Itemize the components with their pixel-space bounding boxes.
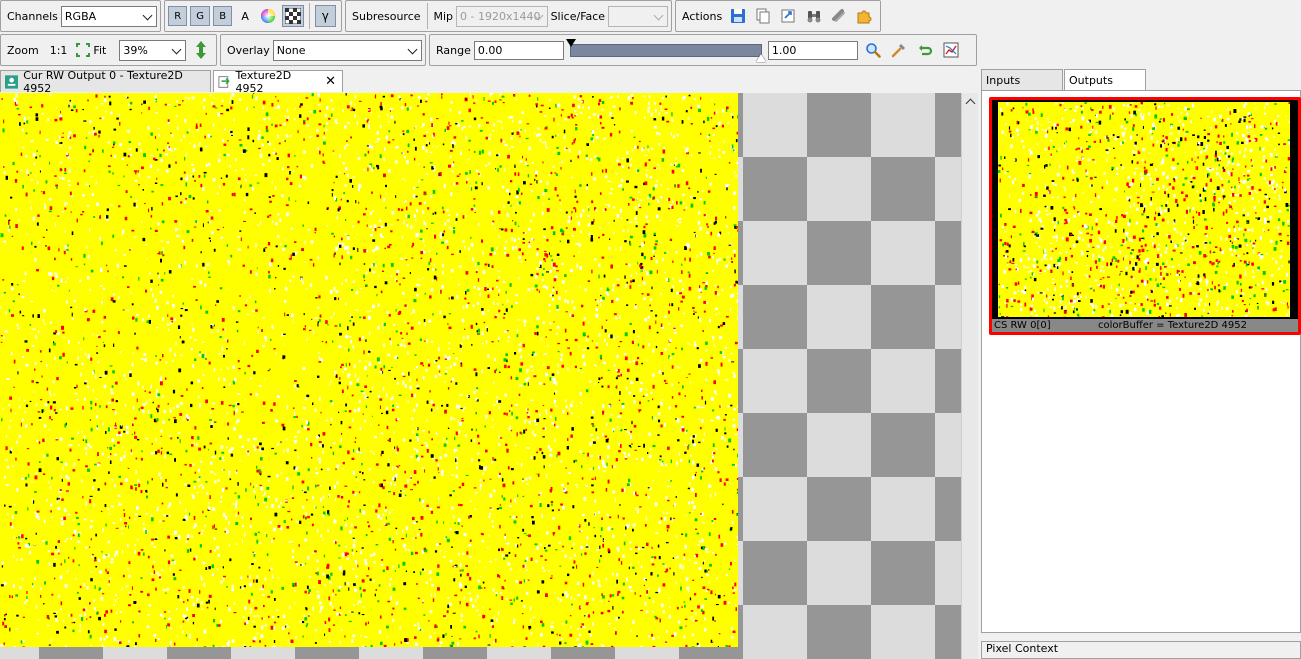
output-thumbnail[interactable]: CS RW 0[0] colorBuffer = Texture2D 4952 xyxy=(989,97,1301,335)
open-external-icon[interactable] xyxy=(778,5,799,27)
actions-label: Actions xyxy=(682,9,723,23)
channels-label: Channels xyxy=(7,9,58,23)
tab-texture2d-4952[interactable]: Texture2D 4952 ✕ xyxy=(213,68,343,95)
toolbar-row-2: Zoom 1:1 Fit 39% Overlay None Range 0.00… xyxy=(0,34,980,68)
subresource-label: Subresource xyxy=(352,9,421,23)
texture-tab-bar: Cur RW Output 0 - Texture2D 4952 Texture… xyxy=(0,68,345,95)
tab-outputs[interactable]: Outputs xyxy=(1064,69,1146,91)
range-max-input[interactable]: 1.00 xyxy=(767,40,858,60)
copy-icon[interactable] xyxy=(752,5,773,27)
zoom-range-icon[interactable] xyxy=(862,39,884,61)
flip-vertical-icon[interactable] xyxy=(190,39,211,61)
toolbar-row-1: Channels RGBA R G B A γ Subresource Mip … xyxy=(0,0,884,34)
overlay-group: Overlay None xyxy=(220,34,426,66)
link-icon[interactable] xyxy=(828,5,849,27)
color-wheel-icon[interactable] xyxy=(257,5,278,27)
output-thumbnail-image xyxy=(998,102,1292,321)
range-min-handle[interactable] xyxy=(565,39,576,47)
gamma-icon: γ xyxy=(321,9,329,23)
texture-icon xyxy=(218,75,230,88)
tab-inputs[interactable]: Inputs xyxy=(981,69,1063,91)
zoom-select-value: 39% xyxy=(123,43,148,57)
tab-label: Texture2D 4952 xyxy=(235,68,292,95)
overlay-label: Overlay xyxy=(227,43,270,57)
mip-select-value: 0 - 1920x1440 xyxy=(459,9,541,23)
subresource-group: Subresource Mip 0 - 1920x1440 Slice/Face xyxy=(345,0,672,32)
mip-label: Mip xyxy=(433,9,453,23)
pixel-context-header: Pixel Context xyxy=(981,641,1301,659)
gamma-toggle[interactable]: γ xyxy=(314,5,337,27)
save-icon[interactable] xyxy=(727,5,748,27)
fit-button[interactable]: Fit xyxy=(76,43,109,57)
chevron-down-icon xyxy=(654,11,664,21)
range-label: Range xyxy=(436,43,471,57)
channel-a-toggle[interactable]: A xyxy=(238,10,252,23)
chevron-up-icon[interactable] xyxy=(965,97,975,105)
thumbnail-resource-label: colorBuffer = Texture2D 4952 xyxy=(1098,320,1248,331)
actions-group: Actions xyxy=(675,0,881,32)
fit-icon xyxy=(76,43,91,57)
histogram-icon[interactable] xyxy=(940,39,962,61)
range-group: Range 0.00 1.00 xyxy=(429,34,977,66)
texture-viewport[interactable] xyxy=(0,93,978,659)
range-min-input[interactable]: 0.00 xyxy=(473,40,564,60)
chevron-down-icon xyxy=(172,45,182,55)
channel-b-toggle[interactable]: B xyxy=(212,6,233,26)
tab-label: Cur RW Output 0 - Texture2D 4952 xyxy=(23,68,183,95)
channels-select-value: RGBA xyxy=(64,9,97,23)
fit-label: Fit xyxy=(93,43,107,57)
texture-image xyxy=(0,93,741,651)
checkerboard-icon xyxy=(284,8,301,24)
output-thumbnail-caption: CS RW 0[0] colorBuffer = Texture2D 4952 xyxy=(992,319,1298,332)
output-icon xyxy=(5,74,19,89)
range-max-handle[interactable] xyxy=(755,54,766,62)
channel-g-toggle[interactable]: G xyxy=(190,6,210,26)
viewport-vertical-scrollbar[interactable] xyxy=(961,93,978,659)
puzzle-icon[interactable] xyxy=(854,5,875,27)
reset-range-icon[interactable] xyxy=(914,39,936,61)
channel-toggles-group: R G B A γ xyxy=(164,0,342,32)
checkerboard-toggle[interactable] xyxy=(282,5,304,27)
mip-select[interactable]: 0 - 1920x1440 xyxy=(455,5,548,27)
channel-r-toggle[interactable]: R xyxy=(168,6,188,26)
channels-select[interactable]: RGBA xyxy=(60,5,157,27)
resource-tab-bar: Inputs Outputs xyxy=(981,69,1147,91)
zoom-1to1-button[interactable]: 1:1 xyxy=(50,44,68,57)
chevron-down-icon xyxy=(408,45,418,55)
range-slider-track xyxy=(569,44,762,57)
range-slider[interactable] xyxy=(565,39,766,62)
binoculars-icon[interactable] xyxy=(803,5,824,27)
thumbnail-slot-label: CS RW 0[0] xyxy=(994,320,1051,331)
zoom-group: Zoom 1:1 Fit 39% xyxy=(0,34,217,66)
zoom-label: Zoom xyxy=(7,43,39,57)
chevron-down-icon xyxy=(534,11,544,21)
tab-cur-rw-output[interactable]: Cur RW Output 0 - Texture2D 4952 xyxy=(0,68,211,95)
overlay-select-value: None xyxy=(276,43,306,57)
texture-noise xyxy=(0,93,741,651)
separator xyxy=(426,3,428,29)
zoom-select[interactable]: 39% xyxy=(119,39,187,61)
chevron-down-icon xyxy=(143,11,153,21)
overlay-select[interactable]: None xyxy=(272,39,422,61)
slice-face-label: Slice/Face xyxy=(550,9,606,23)
separator xyxy=(308,3,310,29)
eyedropper-icon[interactable] xyxy=(888,39,910,61)
outputs-panel: CS RW 0[0] colorBuffer = Texture2D 4952 xyxy=(981,90,1301,633)
slice-face-select[interactable] xyxy=(608,5,669,27)
close-icon[interactable]: ✕ xyxy=(325,74,336,89)
channels-group: Channels RGBA xyxy=(0,0,161,32)
